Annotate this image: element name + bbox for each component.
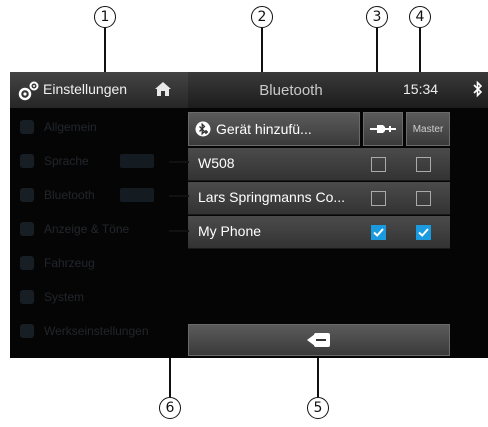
dimmed-menu-item: Bluetooth	[10, 180, 188, 210]
bluetooth-add-icon	[195, 121, 211, 137]
page-title: Bluetooth	[259, 81, 323, 99]
callout-4: 4	[409, 6, 431, 28]
bluetooth-icon	[473, 80, 483, 98]
audio-connector-icon	[370, 125, 396, 133]
back-button[interactable]	[188, 324, 450, 356]
master-column-header[interactable]: Master	[406, 112, 450, 146]
device-name: W508	[198, 155, 235, 171]
callout-line-6-branch	[169, 161, 189, 163]
checkmark-icon	[373, 228, 384, 237]
home-icon[interactable]	[154, 80, 172, 98]
device-name: My Phone	[198, 223, 262, 239]
master-checkbox-checked[interactable]	[416, 225, 431, 240]
audio-checkbox-checked[interactable]	[371, 225, 386, 240]
master-checkbox[interactable]	[416, 157, 431, 172]
settings-header[interactable]: Einstellungen	[10, 72, 188, 108]
master-checkbox[interactable]	[416, 191, 431, 206]
top-bar: Einstellungen Bluetooth 15:34	[10, 72, 488, 108]
callout-line-6-branch	[169, 230, 189, 232]
audio-checkbox[interactable]	[371, 157, 386, 172]
callout-3: 3	[366, 6, 388, 28]
dimmed-menu-item: System	[10, 282, 188, 312]
clock: 15:34	[403, 81, 439, 97]
add-device-button[interactable]: Gerät hinzufü...	[188, 112, 360, 146]
device-row[interactable]: W508	[188, 148, 450, 181]
gear-icon	[18, 81, 39, 101]
device-name: Lars Springmanns Co...	[198, 189, 346, 205]
device-row[interactable]: My Phone	[188, 216, 450, 249]
bluetooth-panel: Gerät hinzufü... Master W508 Lars Spring…	[188, 108, 488, 358]
dimmed-menu-item: Sprache	[10, 146, 188, 176]
dimmed-menu-item: Allgemein	[10, 112, 188, 142]
callout-6: 6	[159, 397, 181, 419]
dimmed-menu-item: Werkseinstellungen	[10, 316, 188, 346]
callout-5: 5	[307, 397, 329, 419]
audio-column-header[interactable]	[363, 112, 403, 146]
back-icon	[307, 333, 330, 347]
settings-title: Einstellungen	[43, 81, 128, 97]
dimmed-settings-menu: Allgemein Sprache Bluetooth Anzeige & Tö…	[10, 112, 188, 358]
audio-checkbox[interactable]	[371, 191, 386, 206]
device-row[interactable]: Lars Springmanns Co...	[188, 182, 450, 215]
dimmed-menu-item: Fahrzeug	[10, 248, 188, 278]
callout-line-6-branch	[169, 195, 189, 197]
dimmed-menu-item: Anzeige & Töne	[10, 214, 188, 244]
device-screen: Einstellungen Bluetooth 15:34 Allgemein …	[10, 72, 488, 358]
add-device-label: Gerät hinzufü...	[216, 121, 312, 137]
checkmark-icon	[418, 228, 429, 237]
callout-1: 1	[94, 6, 116, 28]
callout-2: 2	[251, 6, 273, 28]
